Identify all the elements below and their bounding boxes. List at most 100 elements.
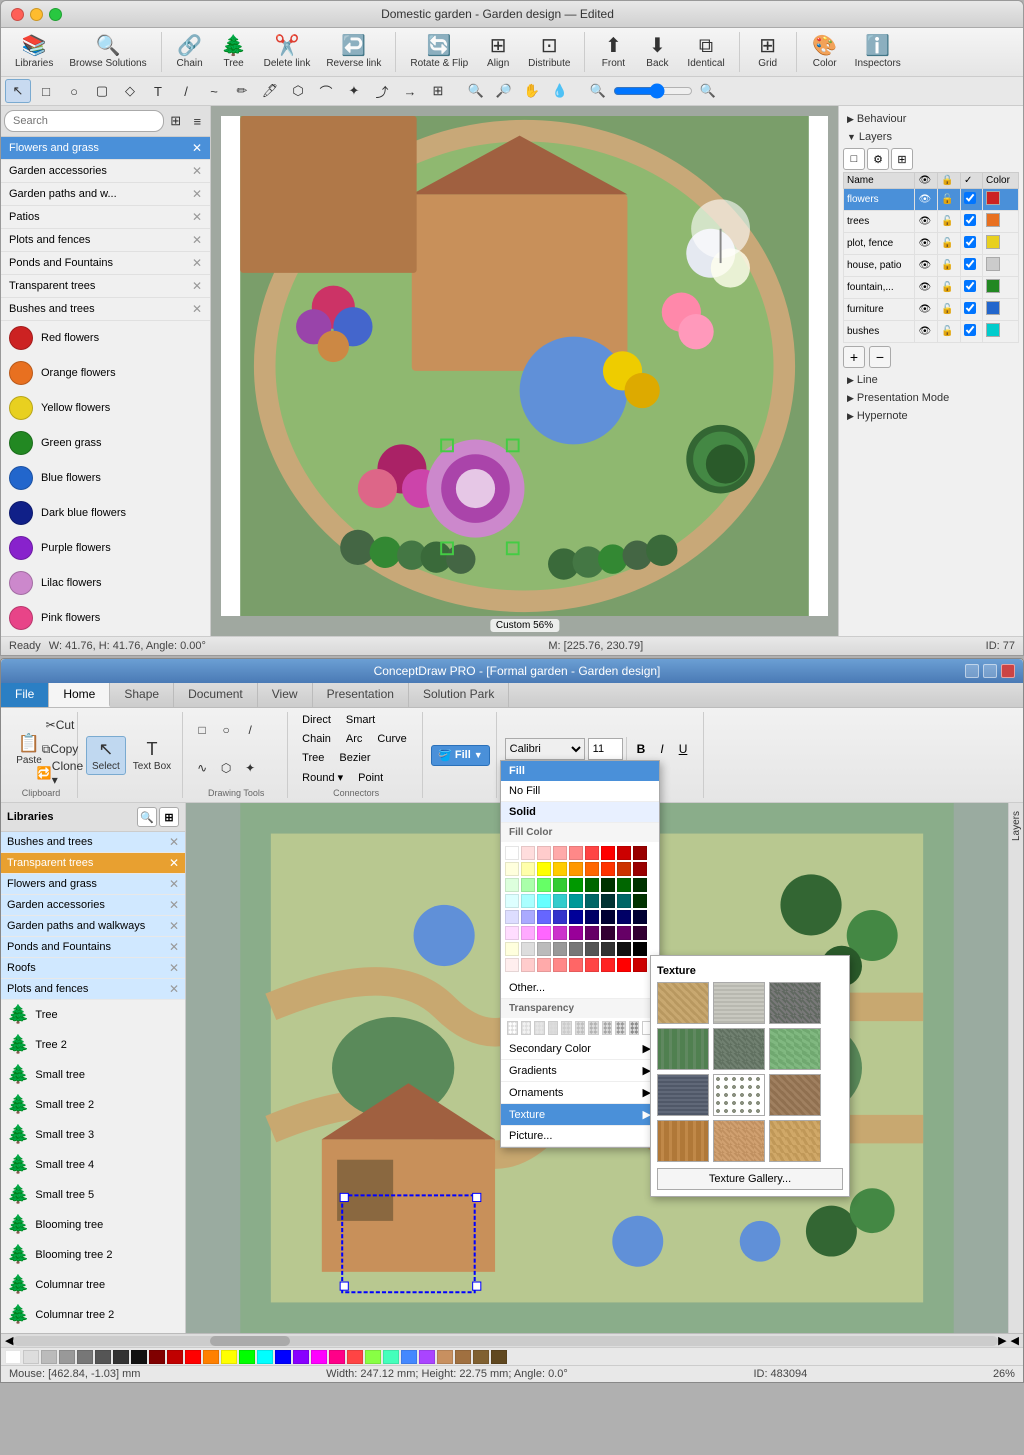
color-strip-cell[interactable]: [401, 1350, 417, 1364]
font-size-input[interactable]: [588, 738, 623, 760]
toolbar-front[interactable]: ⬆ Front: [593, 34, 633, 71]
texture-cell[interactable]: [657, 1028, 709, 1070]
round-conn-btn[interactable]: Round ▾: [296, 769, 349, 786]
freehand-btn[interactable]: ✦: [341, 79, 367, 103]
connect-btn[interactable]: ⤴: [369, 79, 395, 103]
tab-file[interactable]: File: [1, 683, 49, 707]
shape-item[interactable]: Orange flowers: [1, 356, 210, 391]
layer-lock[interactable]: 🔓: [938, 189, 961, 211]
color-strip-cell[interactable]: [455, 1350, 471, 1364]
color-cell[interactable]: [521, 862, 535, 876]
maximize-btn[interactable]: [49, 8, 62, 21]
line-tool-btn[interactable]: /: [173, 79, 199, 103]
tab-presentation[interactable]: Presentation: [313, 683, 409, 707]
texture-cell[interactable]: [769, 982, 821, 1024]
color-cell[interactable]: [617, 926, 631, 940]
italic-btn[interactable]: I: [654, 739, 669, 759]
fill-no-fill[interactable]: No Fill: [501, 781, 659, 802]
color-cell[interactable]: [633, 846, 647, 860]
layer-row[interactable]: furniture 👁 🔓: [844, 299, 1019, 321]
bottom-shape-item[interactable]: 🌲Small tree 4: [1, 1150, 185, 1180]
bottom-cat-ponds[interactable]: Ponds and Fountains ✕: [1, 937, 185, 958]
color-cell[interactable]: [537, 942, 551, 956]
layer-color-cell[interactable]: [983, 211, 1019, 233]
toolbar-inspectors[interactable]: ℹ️ Inspectors: [849, 34, 907, 71]
toolbar-color[interactable]: 🎨 Color: [805, 34, 845, 71]
color-cell[interactable]: [537, 894, 551, 908]
layer-lock[interactable]: 🔓: [938, 277, 961, 299]
layers-section[interactable]: ▼ Layers: [843, 128, 1019, 146]
transparency-cell[interactable]: [588, 1021, 599, 1035]
tab-document[interactable]: Document: [174, 683, 258, 707]
color-cell[interactable]: [521, 846, 535, 860]
color-strip-cell[interactable]: [347, 1350, 363, 1364]
add-layer-row-btn[interactable]: +: [843, 346, 865, 368]
color-cell[interactable]: [521, 942, 535, 956]
tab-solution-park[interactable]: Solution Park: [409, 683, 509, 707]
gradients-item[interactable]: Gradients ▶: [501, 1060, 659, 1082]
color-strip-cell[interactable]: [437, 1350, 453, 1364]
layer-check[interactable]: [960, 255, 982, 277]
color-strip-cell[interactable]: [221, 1350, 237, 1364]
chain-conn-btn[interactable]: Chain: [296, 731, 337, 747]
color-cell[interactable]: [521, 894, 535, 908]
transparency-cell[interactable]: [615, 1021, 626, 1035]
color-cell[interactable]: [521, 878, 535, 892]
toolbar-identical[interactable]: ⧉ Identical: [681, 34, 730, 71]
toolbar-align[interactable]: ⊞ Align: [478, 34, 518, 71]
layer-lock[interactable]: 🔓: [938, 321, 961, 343]
curve-tool-btn[interactable]: ~: [201, 79, 227, 103]
curve-conn-btn[interactable]: Curve: [371, 731, 412, 747]
color-cell[interactable]: [585, 894, 599, 908]
color-strip-cell[interactable]: [383, 1350, 399, 1364]
zoom-out-btn2[interactable]: 🔍: [585, 79, 611, 103]
color-cell[interactable]: [569, 942, 583, 956]
texture-cell[interactable]: [769, 1074, 821, 1116]
transparency-cell[interactable]: [507, 1021, 518, 1035]
bottom-cat-acc-x[interactable]: ✕: [169, 898, 179, 912]
bottom-shape-item[interactable]: 🌲Small tree 2: [1, 1090, 185, 1120]
color-strip-cell[interactable]: [257, 1350, 273, 1364]
rounded-tool-btn[interactable]: ▢: [89, 79, 115, 103]
shape-item[interactable]: Dark blue flowers: [1, 496, 210, 531]
h-scrollbar[interactable]: ◀ ▶ ◀: [1, 1333, 1023, 1347]
bottom-cat-transparent[interactable]: Transparent trees ✕: [1, 853, 185, 874]
layers-side-tab[interactable]: Layers: [1009, 807, 1024, 845]
color-strip-cell[interactable]: [59, 1350, 75, 1364]
cat-patios-remove[interactable]: ✕: [192, 210, 202, 224]
color-cell[interactable]: [601, 910, 615, 924]
color-cell[interactable]: [553, 958, 567, 972]
layer-lock[interactable]: 🔓: [938, 299, 961, 321]
color-cell[interactable]: [505, 846, 519, 860]
bottom-shape-item[interactable]: 🌲Tree: [1, 1000, 185, 1030]
color-cell[interactable]: [505, 958, 519, 972]
draw-oval-btn[interactable]: ○: [215, 719, 237, 741]
color-cell[interactable]: [569, 846, 583, 860]
fill-solid[interactable]: Solid: [501, 802, 659, 823]
cat-ponds-remove[interactable]: ✕: [192, 256, 202, 270]
cat-accessories[interactable]: Garden accessories ✕: [1, 160, 210, 183]
cat-flowers-remove[interactable]: ✕: [192, 141, 202, 155]
color-strip-cell[interactable]: [23, 1350, 39, 1364]
toolbar-distribute[interactable]: ⊡ Distribute: [522, 34, 576, 71]
color-cell[interactable]: [553, 926, 567, 940]
color-strip-cell[interactable]: [239, 1350, 255, 1364]
pencil-tool-btn[interactable]: ✏: [229, 79, 255, 103]
scroll-track[interactable]: [13, 1336, 998, 1346]
cat-plots-remove[interactable]: ✕: [192, 233, 202, 247]
color-cell[interactable]: [617, 894, 631, 908]
scroll-mid-btn[interactable]: ◀: [1011, 1334, 1019, 1347]
direct-conn-btn[interactable]: Direct: [296, 712, 337, 728]
layer-row[interactable]: bushes 👁 🔓: [844, 321, 1019, 343]
texture-cell[interactable]: [769, 1120, 821, 1162]
color-strip-cell[interactable]: [473, 1350, 489, 1364]
toolbar-back[interactable]: ⬇ Back: [637, 34, 677, 71]
texture-item[interactable]: Texture ▶: [501, 1104, 659, 1126]
select-tool-btn[interactable]: ↖: [5, 79, 31, 103]
color-strip-cell[interactable]: [275, 1350, 291, 1364]
layer-check[interactable]: [960, 189, 982, 211]
point-conn-btn[interactable]: Point: [352, 770, 389, 786]
color-cell[interactable]: [537, 926, 551, 940]
clone-btn[interactable]: 🔁 Clone ▾: [49, 762, 71, 784]
zoom-custom-btn[interactable]: 🔎: [491, 79, 517, 103]
